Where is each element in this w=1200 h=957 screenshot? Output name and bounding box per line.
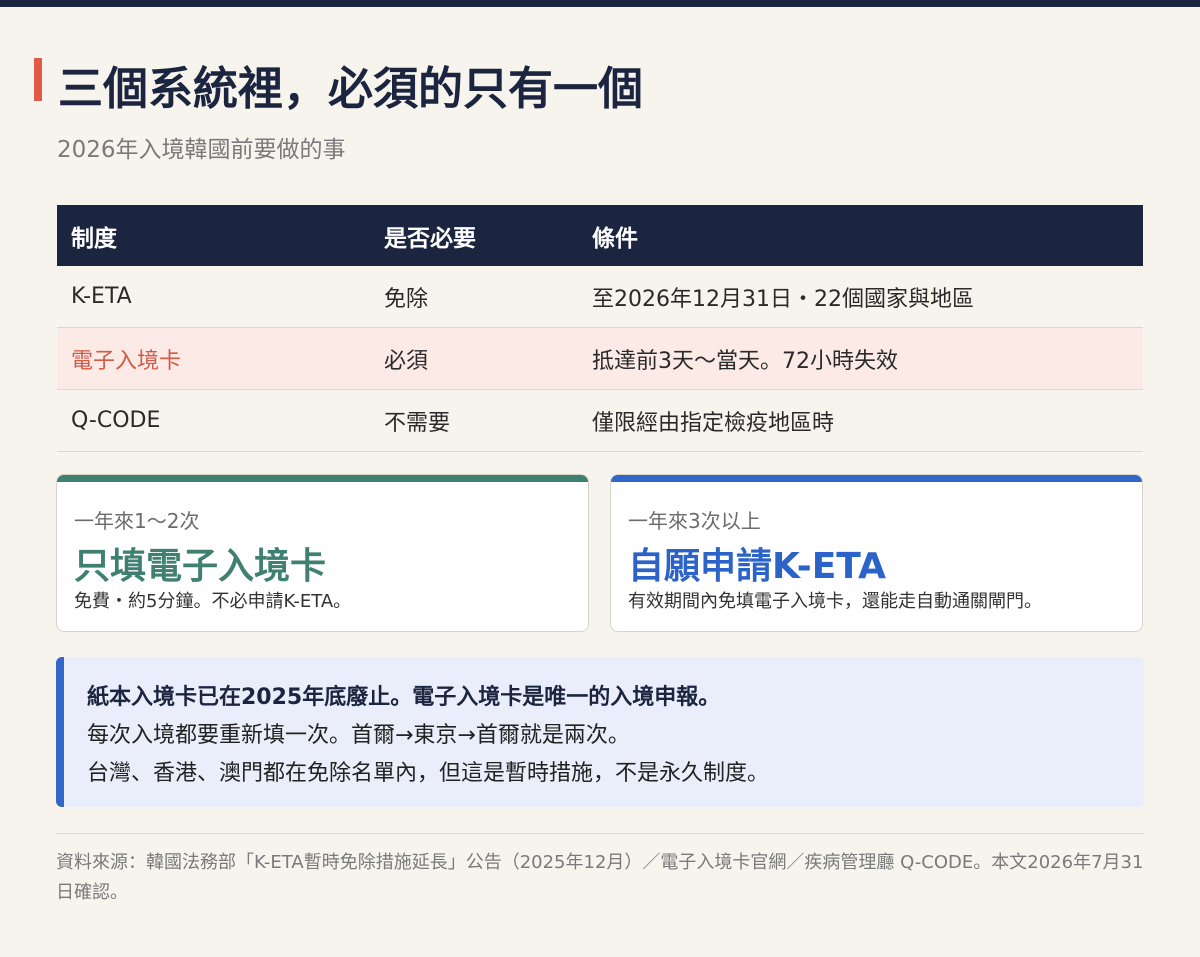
recommendation-card-frequent: 一年來3次以上 自願申請K-ETA 有效期間內免填電子入境卡，還能走自動通關閘門… xyxy=(610,474,1143,632)
page-subtitle: 2026年入境韓國前要做的事 xyxy=(57,137,346,163)
table-row: Q-CODE 不需要 僅限經由指定檢疫地區時 xyxy=(57,389,1143,452)
table-cell-required: 必須 xyxy=(370,327,578,390)
card-description: 免費・約5分鐘。不必申請K-ETA。 xyxy=(74,591,352,612)
table-cell-system: Q-CODE xyxy=(57,389,370,452)
note-line: 每次入境都要重新填一次。首爾→東京→首爾就是兩次。 xyxy=(87,723,630,748)
info-note-box: 紙本入境卡已在2025年底廢止。電子入境卡是唯一的入境申報。 每次入境都要重新填… xyxy=(56,657,1144,807)
table-row: K-ETA 免除 至2026年12月31日・22個國家與地區 xyxy=(57,266,1143,328)
table-cell-system: 電子入境卡 xyxy=(57,327,370,390)
card-headline: 只填電子入境卡 xyxy=(74,546,327,587)
table-cell-system: K-ETA xyxy=(57,266,370,328)
note-line: 台灣、香港、澳門都在免除名單內，但這是暫時措施，不是永久制度。 xyxy=(87,761,770,786)
note-accent-bar xyxy=(56,657,64,807)
title-accent-bar xyxy=(34,58,42,101)
column-header-required: 是否必要 xyxy=(370,205,578,266)
column-header-system: 制度 xyxy=(57,205,370,266)
recommendation-card-occasional: 一年來1～2次 只填電子入境卡 免費・約5分鐘。不必申請K-ETA。 xyxy=(56,474,589,632)
table-cell-required: 不需要 xyxy=(370,389,578,452)
card-description: 有效期間內免填電子入境卡，還能走自動通關閘門。 xyxy=(628,591,1042,612)
table-cell-required: 免除 xyxy=(370,266,578,328)
table-cell-conditions: 僅限經由指定檢疫地區時 xyxy=(578,389,1143,452)
comparison-table: 制度 是否必要 條件 K-ETA 免除 至2026年12月31日・22個國家與地… xyxy=(57,205,1143,452)
table-cell-conditions: 抵達前3天～當天。72小時失效 xyxy=(578,327,1143,390)
table-row-highlighted: 電子入境卡 必須 抵達前3天～當天。72小時失效 xyxy=(57,327,1143,390)
page-title: 三個系統裡，必須的只有一個 xyxy=(58,62,644,115)
note-line-bold: 紙本入境卡已在2025年底廢止。電子入境卡是唯一的入境申報。 xyxy=(87,685,721,710)
card-stripe xyxy=(57,475,588,482)
top-bar xyxy=(0,0,1200,7)
card-kicker: 一年來1～2次 xyxy=(74,509,200,533)
source-citation: 資料來源：韓國法務部「K-ETA暫時免除措施延長」公告（2025年12月）／電子… xyxy=(56,852,1144,903)
card-kicker: 一年來3次以上 xyxy=(628,509,761,533)
card-headline: 自願申請K-ETA xyxy=(628,546,886,587)
table-cell-conditions: 至2026年12月31日・22個國家與地區 xyxy=(578,266,1143,328)
footer-divider xyxy=(56,833,1144,834)
table-header-row: 制度 是否必要 條件 xyxy=(57,205,1143,266)
column-header-conditions: 條件 xyxy=(578,205,1143,266)
card-stripe xyxy=(611,475,1142,482)
